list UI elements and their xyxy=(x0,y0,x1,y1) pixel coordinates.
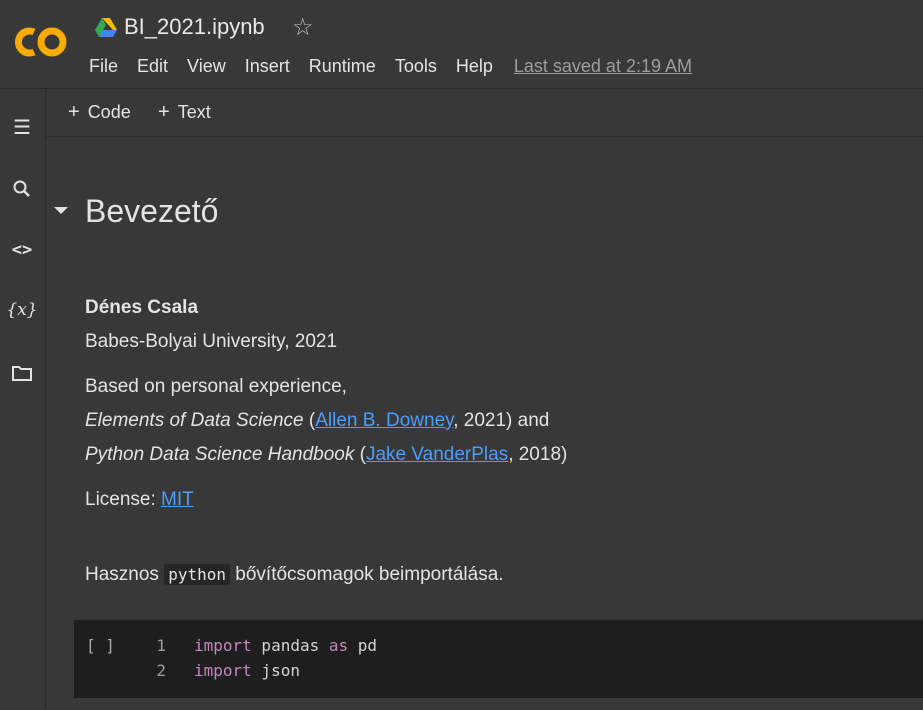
menu-edit[interactable]: Edit xyxy=(137,56,168,77)
plus-icon: + xyxy=(158,101,170,123)
useful-before: Hasznos xyxy=(85,564,165,585)
notebook-main: Bevezető Dénes Csala Babes-Bolyai Univer… xyxy=(46,137,923,710)
app-header: BI_2021.ipynb ☆ File Edit View Insert Ru… xyxy=(0,0,923,89)
variables-icon[interactable]: {x} xyxy=(6,298,37,322)
keyword: import xyxy=(194,636,252,655)
cell-toolbar: + Code + Text xyxy=(46,89,923,137)
add-text-button[interactable]: + Text xyxy=(158,101,211,124)
plus-icon: + xyxy=(68,101,80,123)
book1-line: Elements of Data Science (Allen B. Downe… xyxy=(85,410,549,432)
book1-rest: , 2021) and xyxy=(453,410,550,431)
code-text: pandas xyxy=(251,636,329,655)
author-name: Dénes Csala xyxy=(85,297,199,318)
menu-file[interactable]: File xyxy=(89,56,118,77)
menu-insert[interactable]: Insert xyxy=(245,56,290,77)
google-drive-icon[interactable] xyxy=(95,18,117,38)
add-code-label: Code xyxy=(87,102,131,122)
code-cell[interactable]: [ ] 1 import pandas as pd 2 import json xyxy=(74,620,923,698)
vanderplas-link[interactable]: Jake VanderPlas xyxy=(366,444,508,465)
add-code-button[interactable]: + Code xyxy=(68,101,131,124)
menu-view[interactable]: View xyxy=(187,56,226,77)
mit-license-link[interactable]: MIT xyxy=(161,489,194,510)
book2-line: Python Data Science Handbook (Jake Vande… xyxy=(85,444,567,466)
line-number: 1 xyxy=(156,636,166,655)
keyword: import xyxy=(194,661,252,680)
menu-tools[interactable]: Tools xyxy=(395,56,437,77)
menu-help[interactable]: Help xyxy=(456,56,493,77)
code-line: 1 import pandas as pd xyxy=(144,636,377,655)
table-of-contents-icon[interactable]: ☰ xyxy=(10,115,34,139)
book1-title: Elements of Data Science xyxy=(85,410,304,431)
book2-rest: , 2018) xyxy=(508,444,568,465)
downey-link[interactable]: Allen B. Downey xyxy=(315,410,453,431)
license-line: License: MIT xyxy=(85,489,194,511)
book1-open: ( xyxy=(303,410,316,431)
keyword: as xyxy=(328,636,349,655)
affiliation: Babes-Bolyai University, 2021 xyxy=(85,331,338,352)
search-icon[interactable] xyxy=(10,177,34,201)
menu-runtime[interactable]: Runtime xyxy=(309,56,376,77)
add-text-label: Text xyxy=(177,102,211,122)
code-text: pd xyxy=(348,636,378,655)
code-snippets-icon[interactable]: <> xyxy=(10,238,34,262)
line-number: 2 xyxy=(156,661,166,680)
useful-after: bővítőcsomagok beimportálása. xyxy=(230,564,504,585)
book2-open: ( xyxy=(354,444,366,465)
folder-icon[interactable] xyxy=(10,361,34,385)
useful-packages-text: Hasznos python bővítőcsomagok beimportál… xyxy=(85,564,504,586)
section-heading: Bevezető xyxy=(85,193,219,229)
license-label: License: xyxy=(85,489,162,510)
left-rail: ☰ <> {x} xyxy=(0,89,46,710)
code-line: 2 import json xyxy=(144,661,300,680)
collapse-section-icon[interactable] xyxy=(54,207,68,214)
code-text: json xyxy=(251,661,300,680)
inline-code: python xyxy=(164,564,230,585)
star-icon[interactable]: ☆ xyxy=(292,14,314,42)
notebook-title[interactable]: BI_2021.ipynb xyxy=(124,14,265,40)
based-on-text: Based on personal experience, xyxy=(85,376,347,397)
colab-logo[interactable] xyxy=(12,22,70,62)
last-saved-link[interactable]: Last saved at 2:19 AM xyxy=(514,56,692,77)
book2-title: Python Data Science Handbook xyxy=(85,444,355,465)
run-cell-button[interactable]: [ ] xyxy=(86,636,115,655)
menu-bar: File Edit View Insert Runtime Tools Help… xyxy=(89,56,711,77)
